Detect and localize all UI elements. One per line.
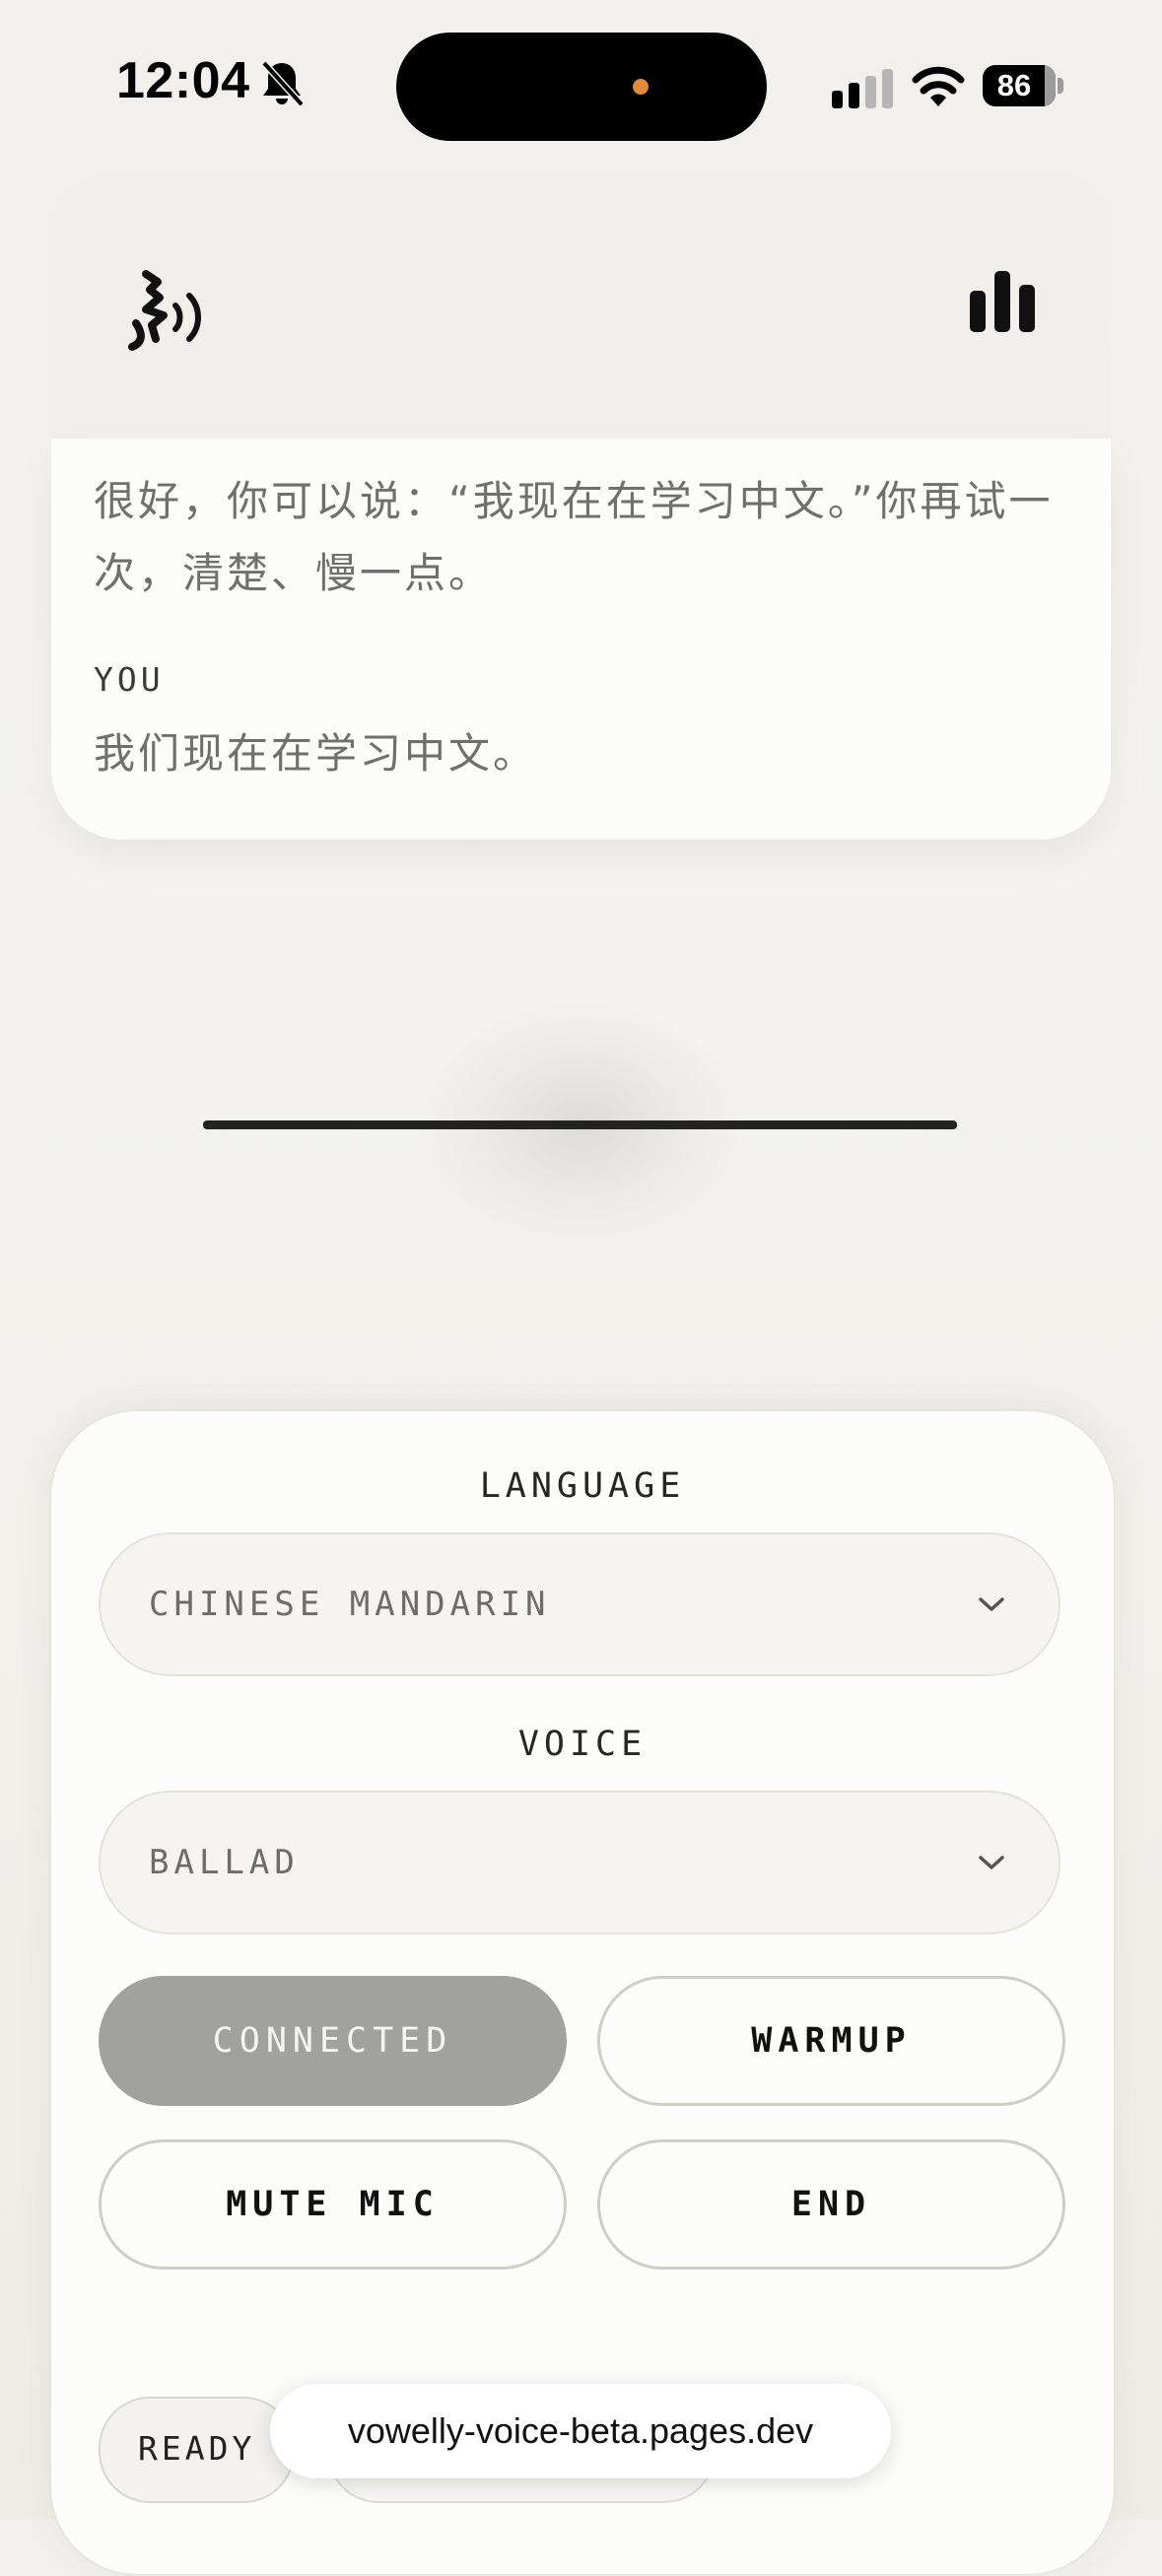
transcript-card: 很好，你可以说：“我现在在学习中文。”你再试一次，清楚、慢一点。 YOU 我们现…: [51, 439, 1111, 840]
mute-mic-button[interactable]: MUTE MIC: [99, 2139, 567, 2270]
speaking-head-icon[interactable]: [124, 266, 213, 351]
browser-url-bar[interactable]: vowelly-voice-beta.pages.dev: [270, 2384, 891, 2478]
app-header: [51, 172, 1111, 439]
cellular-signal-icon: [832, 69, 893, 108]
you-label: YOU: [94, 660, 165, 699]
voice-label: VOICE: [517, 1725, 648, 1764]
language-select[interactable]: CHINESE MANDARIN: [99, 1532, 1060, 1676]
voice-select-value: BALLAD: [149, 1843, 300, 1882]
bell-slash-icon: [261, 60, 305, 107]
connected-button[interactable]: CONNECTED: [99, 1976, 567, 2106]
language-select-value: CHINESE MANDARIN: [149, 1585, 551, 1624]
bar-chart-icon[interactable]: [970, 271, 1035, 332]
privacy-indicator-dot: [633, 79, 649, 95]
wifi-icon: [912, 66, 965, 106]
chevron-down-icon: [979, 1856, 1004, 1869]
chevron-down-icon: [979, 1597, 1004, 1611]
audio-waveform: [203, 1120, 957, 1129]
language-label: LANGUAGE: [479, 1466, 686, 1506]
status-badge-ready: READY: [99, 2397, 296, 2503]
battery-icon: 86: [983, 65, 1063, 106]
status-bar: 12:04 86: [0, 0, 1162, 177]
end-button[interactable]: END: [597, 2139, 1065, 2270]
user-message: 我们现在在学习中文。: [94, 729, 538, 778]
status-time: 12:04: [116, 52, 250, 109]
warmup-button[interactable]: WARMUP: [597, 1976, 1065, 2106]
battery-level: 86: [996, 68, 1032, 102]
ai-message: 很好，你可以说：“我现在在学习中文。”你再试一次，清楚、慢一点。: [94, 477, 1054, 597]
voice-select[interactable]: BALLAD: [99, 1791, 1060, 1934]
dynamic-island: [396, 33, 767, 141]
